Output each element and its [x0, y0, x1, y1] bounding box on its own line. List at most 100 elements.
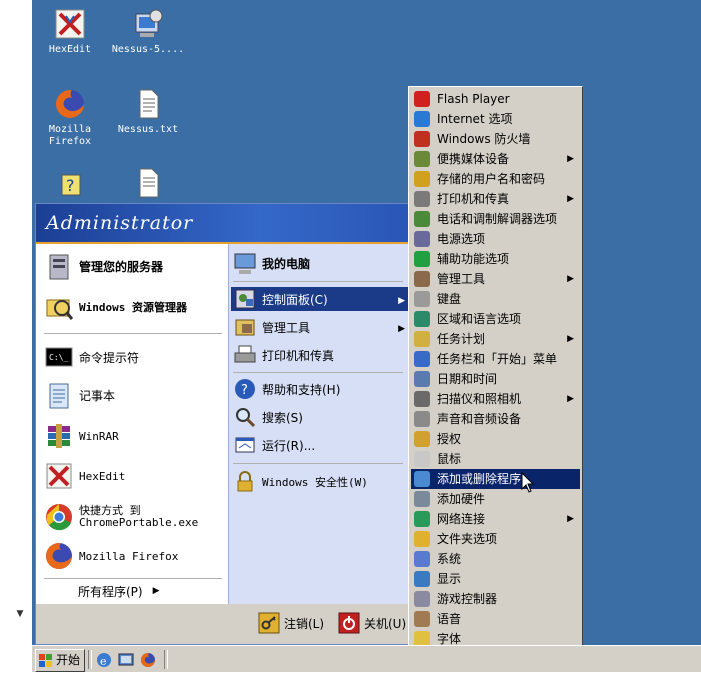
- cp-item-label: 文件夹选项: [437, 532, 498, 546]
- start-item-printers[interactable]: 打印机和传真: [231, 343, 409, 367]
- cp-item-licensing[interactable]: 授权: [411, 429, 580, 449]
- cp-item-speech[interactable]: 语音: [411, 609, 580, 629]
- start-item-search[interactable]: 搜索(S): [231, 405, 409, 429]
- network-icon: [414, 511, 430, 527]
- cp-item-region-language[interactable]: 区域和语言选项: [411, 309, 580, 329]
- start-label: 开始: [56, 653, 81, 667]
- hexedit-icon: [54, 8, 86, 40]
- submenu-arrow-icon: ▶: [567, 274, 574, 284]
- cp-item-media-device[interactable]: 便携媒体设备 ▶: [411, 149, 580, 169]
- cp-item-taskbar[interactable]: 任务栏和「开始」菜单: [411, 349, 580, 369]
- logoff-button[interactable]: 注销(L): [258, 610, 330, 636]
- outer-frame-bottom: [0, 672, 701, 692]
- printer-icon: [233, 343, 257, 367]
- key-icon: [258, 612, 280, 634]
- shutdown-button[interactable]: 关机(U): [338, 610, 410, 636]
- desktop-icon[interactable]: [118, 652, 134, 668]
- desktop-icon-label: Nessus.txt: [117, 124, 179, 135]
- cp-item-printer[interactable]: 打印机和传真 ▶: [411, 189, 580, 209]
- cp-item-label: 系统: [437, 552, 462, 566]
- outer-frame-gutter: [0, 0, 32, 692]
- cp-item-add-hardware[interactable]: 添加硬件: [411, 489, 580, 509]
- help-shortcut-icon: ?: [54, 167, 86, 199]
- ie-icon[interactable]: e: [96, 652, 112, 668]
- start-item-winrar[interactable]: WinRAR: [44, 421, 224, 451]
- folder-options-icon: [414, 531, 430, 547]
- desktop-icon-text-file[interactable]: [110, 167, 186, 203]
- start-item-label: 命令提示符: [79, 350, 140, 365]
- cp-item-label: 鼠标: [437, 452, 462, 466]
- cp-item-date-time[interactable]: 日期和时间: [411, 369, 580, 389]
- cp-item-label: 键盘: [437, 292, 462, 306]
- explorer-icon: [44, 292, 74, 322]
- firewall-icon: [414, 131, 430, 147]
- arrow-right-icon: ▶: [152, 586, 160, 596]
- all-programs-button[interactable]: 所有程序(P) ▶: [78, 580, 218, 602]
- phone-modem-icon: [414, 211, 430, 227]
- desktop-icon-nessus-txt[interactable]: Nessus.txt: [110, 88, 186, 136]
- printer-icon: [414, 191, 430, 207]
- cp-item-mouse[interactable]: 鼠标: [411, 449, 580, 469]
- cp-item-internet-options[interactable]: Internet 选项: [411, 109, 580, 129]
- divider: [88, 650, 92, 669]
- cp-item-scanner-camera[interactable]: 扫描仪和照相机 ▶: [411, 389, 580, 409]
- start-item-run[interactable]: 运行(R)...: [231, 433, 409, 457]
- start-button[interactable]: 开始: [35, 649, 85, 672]
- start-item-hexedit[interactable]: HexEdit: [44, 461, 224, 491]
- cp-item-sound[interactable]: 声音和音频设备: [411, 409, 580, 429]
- cp-item-label: 语音: [437, 612, 462, 626]
- start-item-windows-security[interactable]: Windows 安全性(W): [231, 470, 409, 494]
- cp-item-stored-passwords[interactable]: 存储的用户名和密码: [411, 169, 580, 189]
- start-item-label: 管理您的服务器: [79, 259, 164, 274]
- cp-item-network[interactable]: 网络连接 ▶: [411, 509, 580, 529]
- firefox-icon[interactable]: [140, 652, 156, 668]
- game-controller-icon: [414, 591, 430, 607]
- start-item-admin-tools[interactable]: 管理工具 ▶: [231, 315, 409, 339]
- start-item-help[interactable]: ? 帮助和支持(H): [231, 377, 409, 401]
- start-item-label: 运行(R)...: [262, 438, 316, 453]
- scroll-down-arrow-icon[interactable]: ▼: [14, 608, 26, 620]
- start-item-label: HexEdit: [79, 469, 126, 483]
- cp-item-phone-modem[interactable]: 电话和调制解调器选项: [411, 209, 580, 229]
- start-item-notepad[interactable]: 记事本: [44, 380, 224, 410]
- all-programs-label: 所有程序(P): [78, 584, 143, 599]
- internet-options-icon: [414, 111, 430, 127]
- hexedit-icon: [44, 461, 74, 491]
- cp-item-accessibility[interactable]: 辅助功能选项: [411, 249, 580, 269]
- cp-item-power[interactable]: 电源选项: [411, 229, 580, 249]
- start-item-control-panel[interactable]: 控制面板(C) ▶: [231, 287, 409, 311]
- search-icon: [233, 405, 257, 429]
- desktop-icon-firefox[interactable]: Mozilla Firefox: [32, 88, 108, 148]
- cp-item-game-controller[interactable]: 游戏控制器: [411, 589, 580, 609]
- start-item-my-computer[interactable]: 我的电脑: [233, 248, 407, 278]
- start-item-manage-server[interactable]: 管理您的服务器: [44, 251, 224, 281]
- cp-item-add-remove-programs[interactable]: 添加或删除程序: [411, 469, 580, 489]
- keyboard-icon: [414, 291, 430, 307]
- start-menu: Administrator 管理您的服务器 Windows 资源管理器 C:\_…: [35, 203, 411, 645]
- start-menu-places-list: 我的电脑 控制面板(C) ▶ 管理工具 ▶ 打印机和传真 ? 帮助和支持(H) …: [228, 244, 411, 604]
- scheduled-tasks-icon: [414, 331, 430, 347]
- start-item-explorer[interactable]: Windows 资源管理器: [44, 292, 224, 322]
- start-item-firefox[interactable]: Mozilla Firefox: [44, 541, 224, 571]
- svg-text:?: ?: [241, 383, 248, 398]
- start-item-label: 帮助和支持(H): [262, 382, 341, 397]
- cp-item-firewall[interactable]: Windows 防火墙: [411, 129, 580, 149]
- cp-item-folder-options[interactable]: 文件夹选项: [411, 529, 580, 549]
- cp-item-admin-tools[interactable]: 管理工具 ▶: [411, 269, 580, 289]
- cp-item-label: 添加或删除程序: [437, 472, 522, 486]
- desktop-icon-label: Mozilla Firefox: [48, 124, 92, 147]
- start-item-chrome-shortcut[interactable]: 快捷方式 到 ChromePortable.exe: [44, 501, 224, 533]
- submenu-arrow-icon: ▶: [567, 194, 574, 204]
- cp-item-label: 辅助功能选项: [437, 252, 510, 266]
- start-item-cmd[interactable]: C:\_ 命令提示符: [44, 342, 224, 372]
- cp-item-system[interactable]: 系统: [411, 549, 580, 569]
- cp-item-scheduled-tasks[interactable]: 任务计划 ▶: [411, 329, 580, 349]
- cp-item-keyboard[interactable]: 键盘: [411, 289, 580, 309]
- cp-item-display[interactable]: 显示: [411, 569, 580, 589]
- desktop-icon-nessus[interactable]: Nessus-5....: [110, 8, 186, 56]
- shutdown-label: 关机(U): [364, 616, 407, 631]
- cp-item-flash[interactable]: Flash Player: [411, 89, 580, 109]
- cp-item-label: 声音和音频设备: [437, 412, 522, 426]
- desktop-icon-help-shortcut[interactable]: ?: [32, 167, 108, 203]
- desktop-icon-hexedit[interactable]: HexEdit: [32, 8, 108, 56]
